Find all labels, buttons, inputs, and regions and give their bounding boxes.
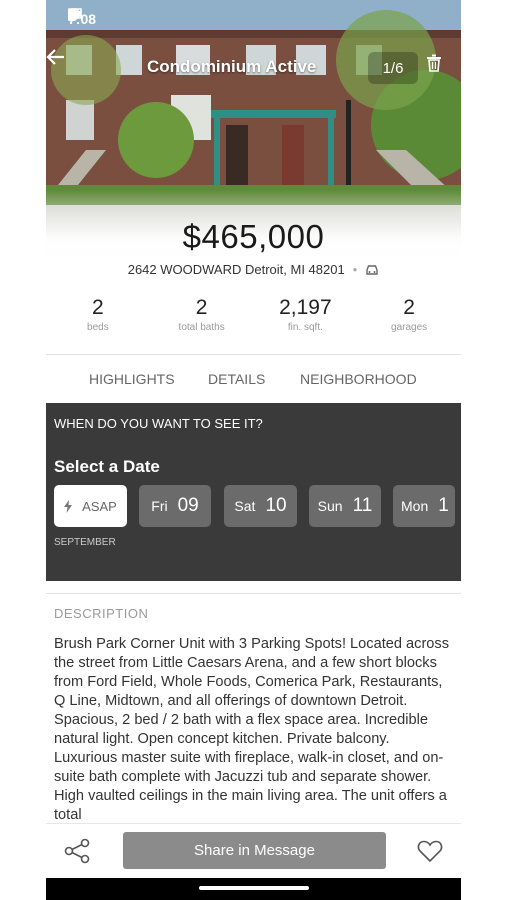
battery-icon xyxy=(68,9,76,21)
date-chip[interactable]: Sat 10 xyxy=(224,485,297,527)
photo-counter: 1/6 xyxy=(368,52,418,84)
back-button[interactable] xyxy=(46,48,96,88)
chip-date: 10 xyxy=(265,495,287,516)
home-gesture-handle[interactable] xyxy=(199,886,309,890)
chip-day: Sun xyxy=(317,498,343,514)
schedule-question: WHEN DO YOU WANT TO SEE IT? xyxy=(54,416,263,431)
system-nav-bar xyxy=(46,878,461,900)
asap-label: ASAP xyxy=(82,498,117,514)
stat-label: total baths xyxy=(178,322,225,333)
listing-title: Condominium Active xyxy=(147,57,317,76)
divider xyxy=(46,354,461,355)
heart-icon xyxy=(417,840,443,863)
listing-address: 2642 WOODWARD Detroit, MI 48201 xyxy=(127,262,345,277)
stat-value: 2 xyxy=(403,296,415,319)
stat-value: 2 xyxy=(195,296,208,319)
app-bar: Condominium Active 1/6 xyxy=(46,48,461,88)
stat-value: 2 xyxy=(92,296,104,319)
detail-tabs: HIGHLIGHTS DETAILS NEIGHBORHOOD xyxy=(46,356,461,402)
stat-garages: 2 garages xyxy=(357,296,461,333)
share-icon xyxy=(64,838,90,864)
share-button[interactable] xyxy=(62,837,92,865)
listing-price: $465,000 xyxy=(182,218,325,255)
chip-date: 09 xyxy=(177,495,199,516)
date-chip-asap[interactable]: ASAP xyxy=(54,485,127,527)
description-heading: DESCRIPTION xyxy=(54,606,149,621)
divider xyxy=(46,593,461,594)
address-row: 2642 WOODWARD Detroit, MI 48201 • xyxy=(46,262,461,277)
listing-stats: 2 beds 2 total baths 2,197 fin. sqft. 2 … xyxy=(46,296,461,333)
tab-highlights[interactable]: HIGHLIGHTS xyxy=(89,371,175,387)
date-chip[interactable]: Mon 1 xyxy=(393,485,455,527)
description-text: Brush Park Corner Unit with 3 Parking Sp… xyxy=(54,636,450,823)
status-bar: 7:08 xyxy=(68,8,441,30)
phone-screen: 7:08 Condominium Active 1/6 $465,000 264… xyxy=(46,0,461,900)
share-in-message-button[interactable]: Share in Message xyxy=(123,832,386,869)
schedule-tour-panel: WHEN DO YOU WANT TO SEE IT? Select a Dat… xyxy=(46,403,461,581)
chip-day: Fri xyxy=(151,498,168,514)
tab-neighborhood[interactable]: NEIGHBORHOOD xyxy=(300,371,417,387)
trash-icon xyxy=(427,54,441,72)
stat-beds: 2 beds xyxy=(46,296,150,333)
stat-sqft: 2,197 fin. sqft. xyxy=(254,296,358,333)
delete-button[interactable] xyxy=(426,54,454,82)
arrow-left-icon xyxy=(46,49,64,65)
chip-day: Sat xyxy=(234,498,256,514)
chip-day: Mon xyxy=(401,498,429,514)
date-chip[interactable]: Sun 11 xyxy=(309,485,381,527)
lightning-icon xyxy=(64,499,73,513)
stat-label: beds xyxy=(87,322,109,333)
month-label: SEPTEMBER xyxy=(54,537,116,548)
stat-baths: 2 total baths xyxy=(150,296,254,333)
date-chip[interactable]: Fri 09 xyxy=(139,485,211,527)
separator-dot: • xyxy=(352,262,358,277)
bottom-action-bar: Share in Message xyxy=(46,823,461,878)
chip-date: 11 xyxy=(352,495,373,516)
stat-label: garages xyxy=(391,322,428,333)
favorite-button[interactable] xyxy=(416,837,444,865)
chip-date: 1 xyxy=(438,495,449,516)
tab-details[interactable]: DETAILS xyxy=(208,371,265,387)
stat-value: 2,197 xyxy=(279,296,332,319)
select-date-label: Select a Date xyxy=(54,457,160,476)
stat-label: fin. sqft. xyxy=(287,322,323,333)
car-icon[interactable] xyxy=(365,264,379,276)
